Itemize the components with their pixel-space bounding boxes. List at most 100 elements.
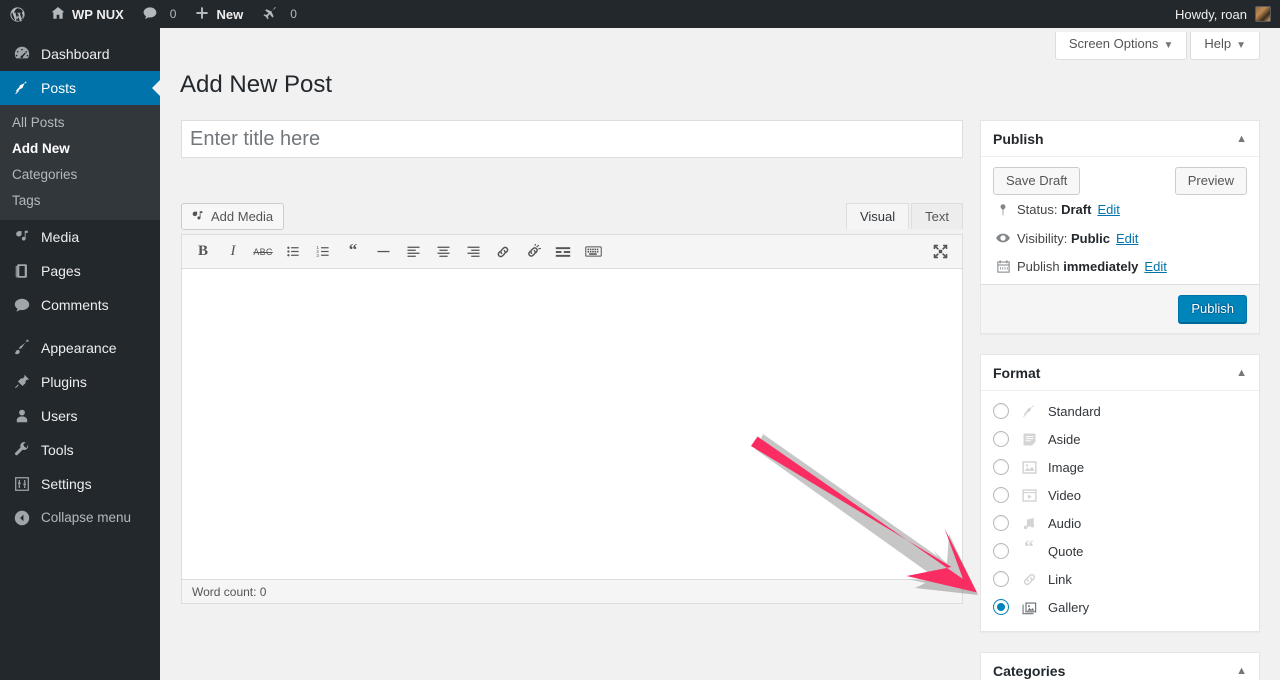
- sidebar-item-plugins[interactable]: Plugins: [0, 365, 160, 399]
- format-option-aside[interactable]: Aside: [993, 425, 1247, 453]
- radio-aside[interactable]: [993, 431, 1009, 447]
- bulleted-list-icon[interactable]: [279, 239, 307, 265]
- submenu-item-add-new[interactable]: Add New: [0, 136, 160, 162]
- align-right-icon[interactable]: [459, 239, 487, 265]
- editor-status-bar: Word count: 0: [182, 579, 962, 603]
- status-label: Status:: [1017, 202, 1058, 217]
- add-media-button[interactable]: Add Media: [181, 203, 285, 230]
- format-option-video[interactable]: Video: [993, 481, 1247, 509]
- admin-bar: WP NUX 0 New 0 Howdy, roan: [0, 0, 1280, 28]
- radio-image[interactable]: [993, 459, 1009, 475]
- radio-standard[interactable]: [993, 403, 1009, 419]
- schedule-value: immediately: [1063, 259, 1139, 274]
- format-option-gallery[interactable]: Gallery: [993, 593, 1247, 621]
- radio-audio[interactable]: [993, 515, 1009, 531]
- my-account-menu[interactable]: Howdy, roan: [1166, 0, 1280, 28]
- sidebar-item-media[interactable]: Media: [0, 220, 160, 254]
- distraction-free-icon[interactable]: [926, 239, 954, 265]
- post-title-input[interactable]: [182, 124, 962, 154]
- wordpress-logo-icon: [9, 6, 26, 23]
- format-option-link[interactable]: Link: [993, 565, 1247, 593]
- sidebar-item-label: Comments: [41, 297, 109, 313]
- sidebar-item-label: Plugins: [41, 374, 87, 390]
- sidebar-item-comments[interactable]: Comments: [0, 288, 160, 322]
- submenu-item-all-posts[interactable]: All Posts: [0, 110, 160, 136]
- radio-quote[interactable]: [993, 543, 1009, 559]
- home-icon: [50, 5, 66, 23]
- chevron-up-icon[interactable]: ▲: [1236, 665, 1247, 677]
- screen-options-button[interactable]: Screen Options ▼: [1054, 32, 1188, 60]
- wp-logo-menu[interactable]: [0, 0, 41, 28]
- updates-menu[interactable]: 0: [252, 0, 306, 28]
- editor-text-area[interactable]: [182, 269, 962, 579]
- format-label: Audio: [1048, 515, 1082, 531]
- numbered-list-icon[interactable]: 123: [309, 239, 337, 265]
- help-label: Help: [1204, 36, 1232, 51]
- plug-icon: [12, 372, 32, 392]
- submenu-item-tags[interactable]: Tags: [0, 188, 160, 214]
- categories-postbox-title: Categories: [993, 663, 1066, 679]
- publish-button[interactable]: Publish: [1178, 295, 1247, 323]
- new-content-menu[interactable]: New: [185, 0, 252, 28]
- save-draft-button[interactable]: Save Draft: [993, 167, 1081, 195]
- bold-icon[interactable]: B: [189, 239, 217, 265]
- pin-icon: [12, 78, 32, 98]
- format-option-audio[interactable]: Audio: [993, 509, 1247, 537]
- insert-link-icon[interactable]: [489, 239, 517, 265]
- chevron-up-icon[interactable]: ▲: [1236, 367, 1247, 379]
- read-more-icon[interactable]: [549, 239, 577, 265]
- audio-note-icon: [1019, 513, 1039, 533]
- site-name-menu[interactable]: WP NUX: [41, 0, 133, 28]
- sidebar-item-pages[interactable]: Pages: [0, 254, 160, 288]
- format-option-standard[interactable]: Standard: [993, 397, 1247, 425]
- preview-button[interactable]: Preview: [1174, 167, 1247, 195]
- horizontal-rule-icon[interactable]: [369, 239, 397, 265]
- publish-postbox-title: Publish: [993, 130, 1044, 147]
- pages-icon: [12, 261, 32, 281]
- schedule-row: Publish immediately Edit: [993, 252, 1247, 280]
- schedule-label: Publish: [1017, 259, 1060, 274]
- howdy-greeting: Howdy, roan: [1174, 6, 1247, 22]
- schedule-edit-link[interactable]: Edit: [1144, 259, 1166, 274]
- remove-link-icon[interactable]: [519, 239, 547, 265]
- align-left-icon[interactable]: [399, 239, 427, 265]
- plus-icon: [194, 5, 210, 23]
- sidebar-item-appearance[interactable]: Appearance: [0, 331, 160, 365]
- chevron-up-icon[interactable]: ▲: [1236, 133, 1247, 145]
- post-body-editor-column: Add Media Visual Text B I ABC 123 “: [181, 120, 963, 604]
- sidebar-item-posts[interactable]: Posts: [0, 71, 160, 105]
- strikethrough-icon[interactable]: ABC: [249, 239, 277, 265]
- collapse-arrow-icon: [12, 508, 32, 528]
- collapse-menu-button[interactable]: Collapse menu: [0, 501, 160, 535]
- aside-note-icon: [1019, 429, 1039, 449]
- publish-postbox-header: Publish ▲: [981, 121, 1259, 157]
- tab-text[interactable]: Text: [911, 203, 963, 229]
- radio-video[interactable]: [993, 487, 1009, 503]
- sidebar-item-settings[interactable]: Settings: [0, 467, 160, 501]
- editor-toolbar: B I ABC 123 “: [182, 235, 962, 269]
- tab-visual[interactable]: Visual: [845, 203, 910, 229]
- radio-gallery[interactable]: [993, 599, 1009, 615]
- sidebar-item-dashboard[interactable]: Dashboard: [0, 37, 160, 71]
- blockquote-icon[interactable]: “: [339, 239, 367, 265]
- align-center-icon[interactable]: [429, 239, 457, 265]
- comments-bubble[interactable]: 0: [133, 0, 186, 28]
- word-count: Word count: 0: [192, 584, 267, 599]
- sidebar-item-tools[interactable]: Tools: [0, 433, 160, 467]
- dashboard-icon: [12, 44, 32, 64]
- help-button[interactable]: Help ▼: [1190, 32, 1260, 60]
- submenu-item-categories[interactable]: Categories: [0, 162, 160, 188]
- italic-icon[interactable]: I: [219, 239, 247, 265]
- format-option-image[interactable]: Image: [993, 453, 1247, 481]
- visibility-edit-link[interactable]: Edit: [1116, 231, 1138, 246]
- sidebar-item-users[interactable]: Users: [0, 399, 160, 433]
- sidebar-item-label: Pages: [41, 263, 81, 279]
- radio-link[interactable]: [993, 571, 1009, 587]
- keyboard-shortcuts-icon[interactable]: [579, 239, 607, 265]
- format-option-quote[interactable]: “ Quote: [993, 537, 1247, 565]
- site-name: WP NUX: [72, 6, 124, 22]
- format-label: Link: [1048, 571, 1072, 587]
- chevron-down-icon: ▼: [1236, 40, 1246, 51]
- format-label: Video: [1048, 487, 1082, 503]
- status-edit-link[interactable]: Edit: [1097, 202, 1119, 217]
